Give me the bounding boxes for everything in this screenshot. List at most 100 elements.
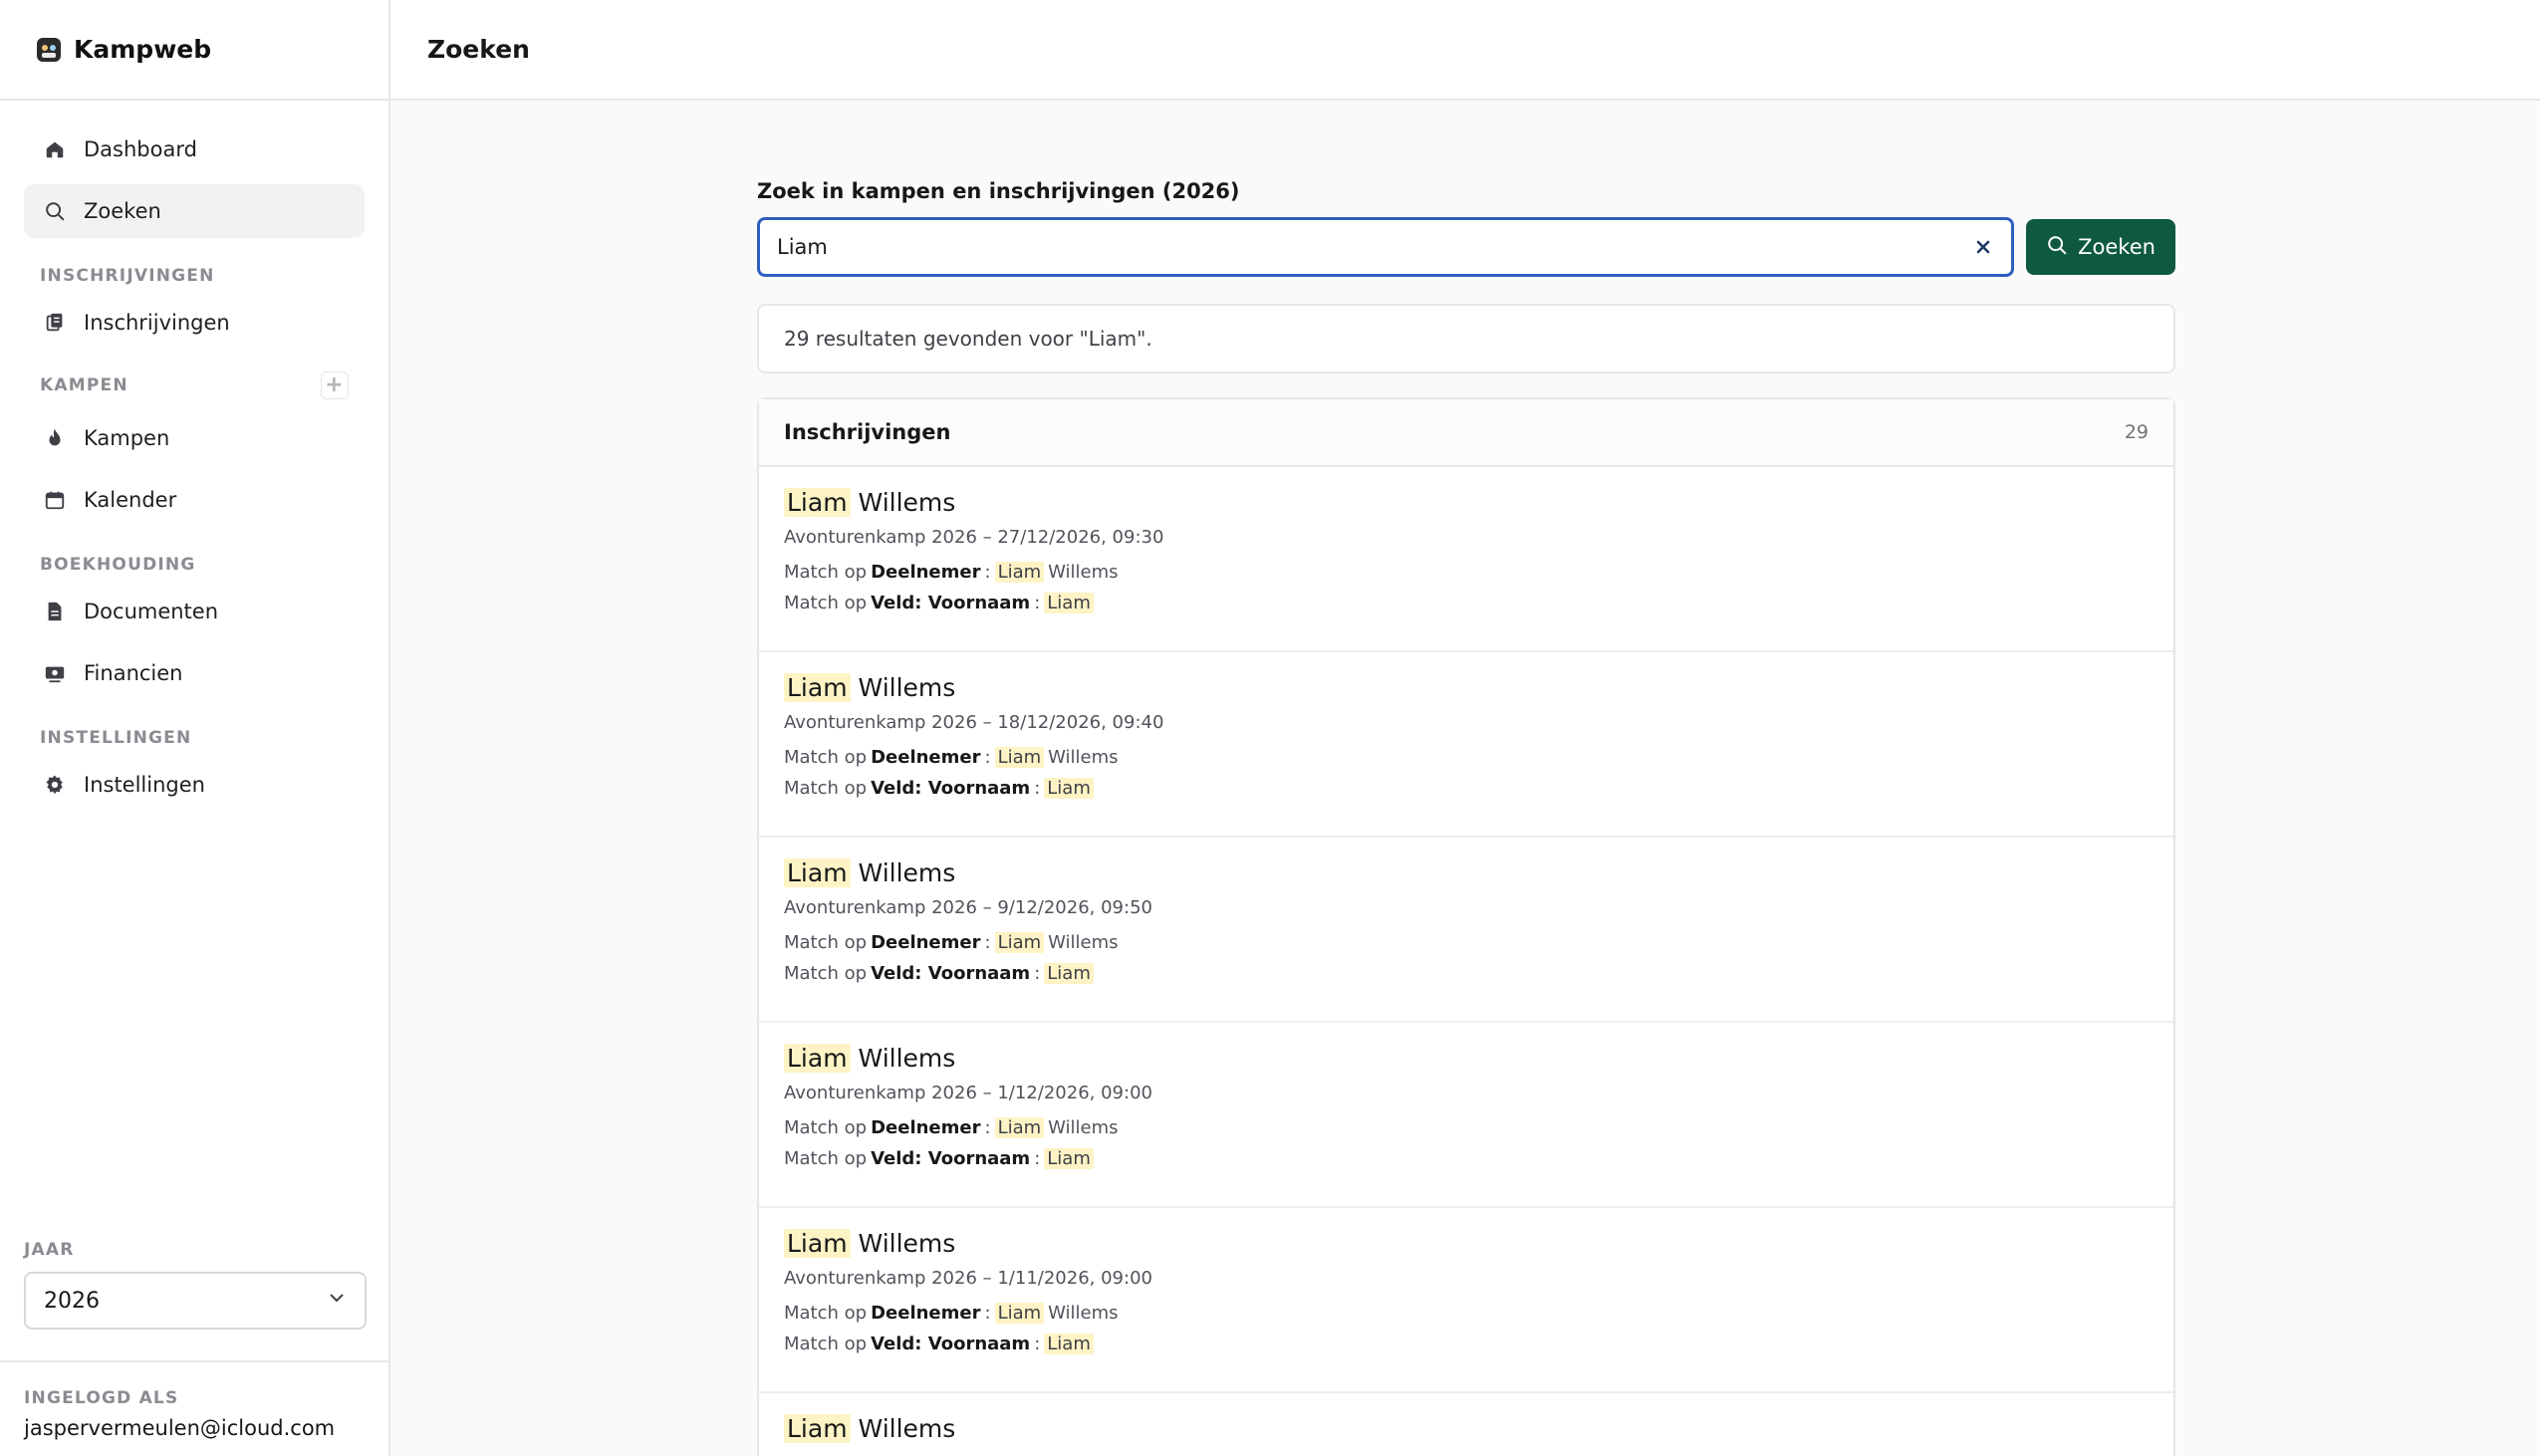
sidebar: Kampweb Dashboard Zoeken INSCHRIJVINGEN … <box>0 0 390 1456</box>
match-key: Veld: Voornaam <box>871 1334 1031 1354</box>
match-prefix: Match op <box>784 1334 868 1354</box>
page-title: Zoeken <box>427 35 530 64</box>
match-field: Match op Veld: Voornaam: Liam <box>784 593 2149 613</box>
result-item[interactable]: Liam Willems Avonturenkamp 2026 – 18/12/… <box>759 652 2173 838</box>
result-last-name: Willems <box>858 487 956 517</box>
result-first-name: Liam <box>784 857 851 887</box>
sidebar-item-zoeken[interactable]: Zoeken <box>24 184 365 238</box>
match-prefix: Match op <box>784 1303 868 1324</box>
sidebar-item-label: Kalender <box>84 488 177 512</box>
fire-icon <box>44 427 66 449</box>
result-item[interactable]: Liam Willems Avonturenkamp 2026 – 27/12/… <box>759 467 2173 652</box>
match-key: Deelnemer <box>871 562 981 583</box>
result-name[interactable]: Liam Willems <box>784 1411 2149 1445</box>
sidebar-item-instellingen[interactable]: Instellingen <box>24 758 365 812</box>
section-instellingen: INSTELLINGEN <box>24 718 365 758</box>
gear-icon <box>44 774 66 796</box>
section-inschrijvingen: INSCHRIJVINGEN <box>24 256 365 296</box>
app-name: Kampweb <box>74 35 212 64</box>
search-icon <box>44 200 66 222</box>
match-rest: Willems <box>1048 747 1119 768</box>
section-kampen: KAMPEN + <box>24 365 365 405</box>
result-meta: Avonturenkamp 2026 – 27/12/2026, 09:30 <box>784 527 1164 548</box>
result-meta: Avonturenkamp 2026 – 1/11/2026, 09:00 <box>784 1268 1152 1289</box>
sidebar-item-label: Inschrijvingen <box>84 311 230 335</box>
result-name[interactable]: Liam Willems <box>784 855 2149 889</box>
match-prefix: Match op <box>784 963 868 984</box>
result-first-name: Liam <box>784 672 851 702</box>
money-icon <box>44 662 66 684</box>
match-field: Match op Veld: Voornaam: Liam <box>784 1334 2149 1354</box>
result-first-name: Liam <box>784 487 851 517</box>
match-participant: Match op Deelnemer: Liam Willems <box>784 1117 1119 1138</box>
sidebar-item-label: Financien <box>84 661 183 685</box>
result-name[interactable]: Liam Willems <box>784 1226 2149 1260</box>
match-rest: Willems <box>1048 562 1119 583</box>
year-select[interactable]: 2026 <box>24 1272 367 1330</box>
match-prefix: Match op <box>784 1117 868 1138</box>
sidebar-item-inschrijvingen[interactable]: Inschrijvingen <box>24 296 365 350</box>
result-item[interactable]: Liam Willems <box>759 1393 2173 1456</box>
match-prefix: Match op <box>784 1148 868 1169</box>
section-title: INSTELLINGEN <box>40 728 192 748</box>
sidebar-item-label: Dashboard <box>84 137 197 161</box>
match-key: Veld: Voornaam <box>871 963 1031 984</box>
match-field: Match op Veld: Voornaam: Liam <box>784 778 2149 799</box>
result-meta: Avonturenkamp 2026 – 1/12/2026, 09:00 <box>784 1083 1152 1103</box>
match-participant: Match op Deelnemer: Liam Willems <box>784 747 1119 768</box>
results-count: 29 <box>2124 421 2149 443</box>
section-title: KAMPEN <box>40 375 128 395</box>
result-last-name: Willems <box>858 857 956 887</box>
sidebar-nav: Dashboard Zoeken INSCHRIJVINGEN Inschrij… <box>0 101 388 812</box>
match-rest: Willems <box>1048 1303 1119 1324</box>
document-icon <box>44 601 66 622</box>
sidebar-item-kalender[interactable]: Kalender <box>24 473 365 527</box>
sidebar-item-kampen[interactable]: Kampen <box>24 411 365 465</box>
match-key: Deelnemer <box>871 1303 981 1324</box>
match-key: Veld: Voornaam <box>871 593 1031 613</box>
results-panel-header: Inschrijvingen 29 <box>759 399 2173 467</box>
result-name[interactable]: Liam Willems <box>784 485 2149 519</box>
chevron-down-icon <box>327 1288 347 1314</box>
clear-icon[interactable] <box>1973 237 1993 257</box>
result-item[interactable]: Liam Willems Avonturenkamp 2026 – 1/11/2… <box>759 1208 2173 1393</box>
match-highlight: Liam <box>994 562 1045 583</box>
search-icon <box>2046 234 2068 261</box>
result-name[interactable]: Liam Willems <box>784 1041 2149 1075</box>
match-prefix: Match op <box>784 562 868 583</box>
sidebar-item-dashboard[interactable]: Dashboard <box>24 122 365 176</box>
match-prefix: Match op <box>784 747 868 768</box>
result-item[interactable]: Liam Willems Avonturenkamp 2026 – 9/12/2… <box>759 838 2173 1023</box>
kampweb-logo-icon <box>36 37 62 63</box>
search-label: Zoek in kampen en inschrijvingen (2026) <box>757 179 1240 203</box>
search-button[interactable]: Zoeken <box>2026 219 2175 275</box>
match-highlight: Liam <box>994 1303 1045 1324</box>
match-highlight: Liam <box>1044 778 1094 799</box>
match-participant: Match op Deelnemer: Liam Willems <box>784 562 1119 583</box>
sidebar-item-financien[interactable]: Financien <box>24 646 365 700</box>
match-prefix: Match op <box>784 593 868 613</box>
search-input[interactable] <box>760 220 2012 274</box>
match-prefix: Match op <box>784 932 868 953</box>
sidebar-item-documenten[interactable]: Documenten <box>24 585 365 638</box>
sidebar-item-label: Kampen <box>84 426 170 450</box>
add-kamp-button[interactable]: + <box>321 371 349 399</box>
match-highlight: Liam <box>1044 1148 1094 1169</box>
result-name[interactable]: Liam Willems <box>784 670 2149 704</box>
match-participant: Match op Deelnemer: Liam Willems <box>784 932 1119 953</box>
match-field: Match op Veld: Voornaam: Liam <box>784 963 2149 984</box>
calendar-icon <box>44 489 66 511</box>
match-key: Deelnemer <box>871 1117 981 1138</box>
result-item[interactable]: Liam Willems Avonturenkamp 2026 – 1/12/2… <box>759 1023 2173 1208</box>
match-rest: Willems <box>1048 1117 1119 1138</box>
home-icon <box>44 138 66 160</box>
match-highlight: Liam <box>1044 963 1094 984</box>
result-first-name: Liam <box>784 1228 851 1258</box>
brand[interactable]: Kampweb <box>0 0 388 101</box>
user-email[interactable]: jaspervermeulen@icloud.com <box>24 1416 365 1440</box>
year-label: JAAR <box>24 1240 75 1260</box>
results-list: Liam Willems Avonturenkamp 2026 – 27/12/… <box>759 467 2173 1456</box>
search-button-label: Zoeken <box>2078 235 2156 259</box>
results-panel: Inschrijvingen 29 Liam Willems Avonturen… <box>757 397 2175 1456</box>
result-meta: Avonturenkamp 2026 – 9/12/2026, 09:50 <box>784 897 1152 918</box>
